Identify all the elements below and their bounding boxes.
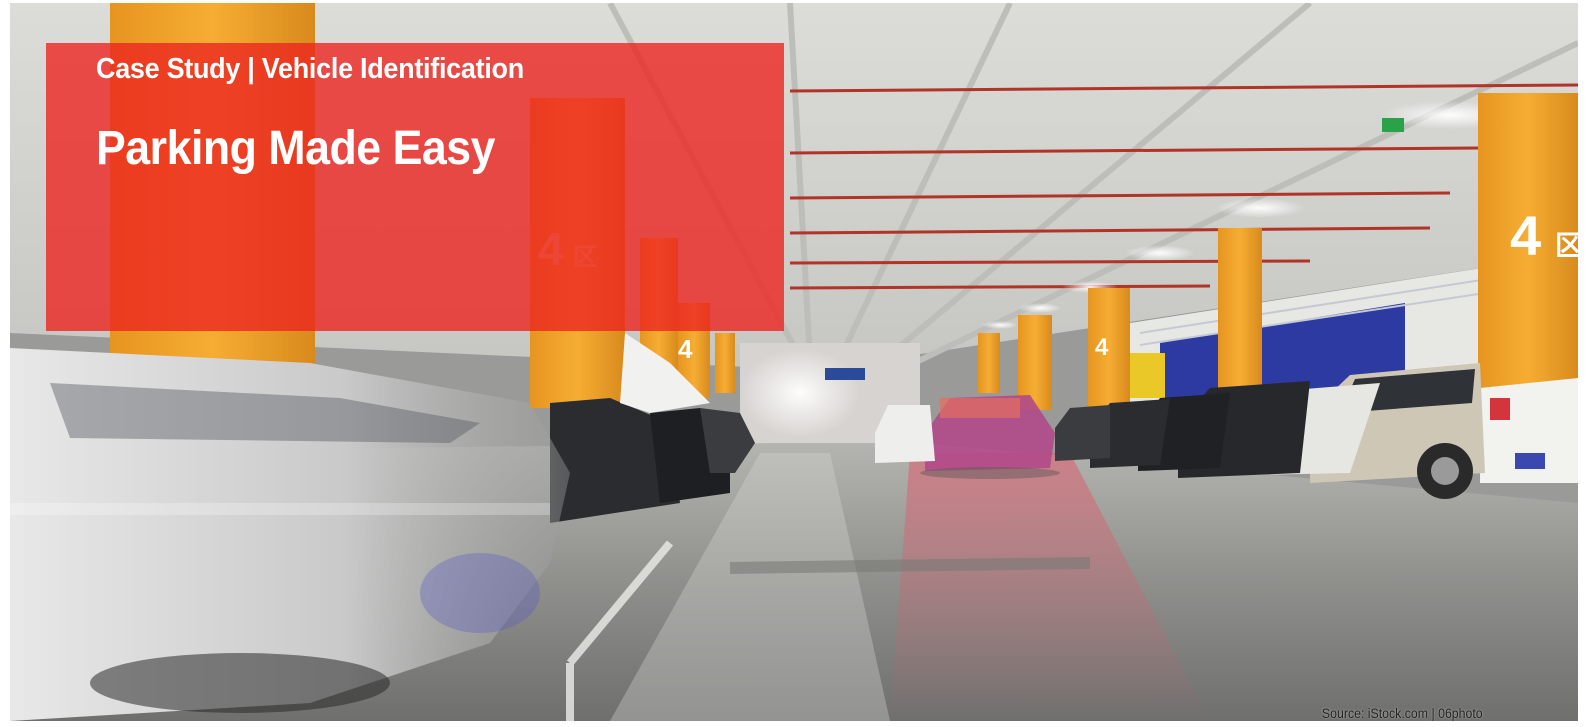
title-overlay: Case Study | Vehicle Identification Park… — [46, 43, 784, 331]
case-study-banner: 4 区 4 区 4 4 — [10, 3, 1578, 721]
case-study-label: Case Study | Vehicle Identification — [96, 53, 524, 85]
svg-text:4: 4 — [1510, 204, 1541, 267]
svg-text:4: 4 — [678, 334, 693, 364]
image-credit: Source: iStock.com | 06photo — [1322, 705, 1483, 721]
page-title: Parking Made Easy — [96, 122, 495, 175]
svg-text:4: 4 — [1095, 334, 1109, 361]
svg-text:区: 区 — [1555, 230, 1578, 261]
